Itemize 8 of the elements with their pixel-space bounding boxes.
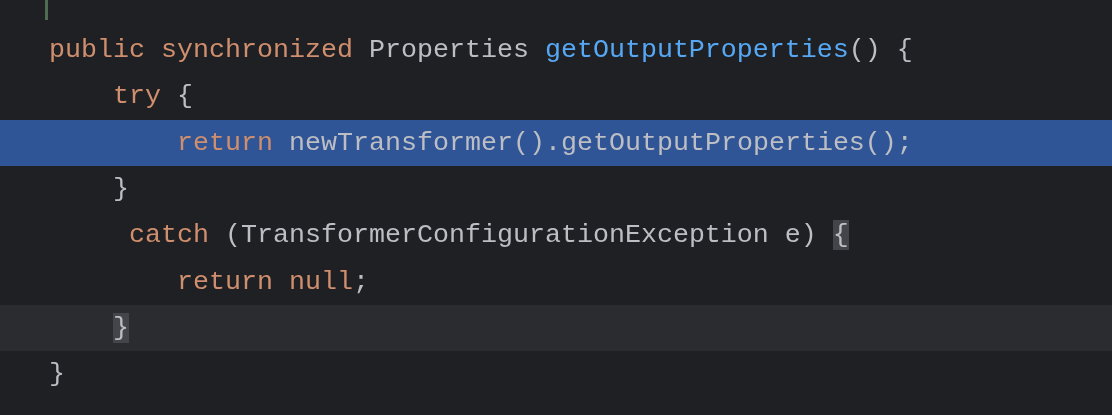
- code-line: return newTransformer().getOutputProperties();: [177, 127, 913, 158]
- code-line: try {: [113, 81, 193, 112]
- code-line: }: [113, 174, 129, 205]
- doc-comment-bar: [45, 0, 48, 20]
- code-line: return null;: [177, 266, 369, 297]
- code-line: }: [49, 359, 65, 390]
- code-line: catch (TransformerConfigurationException e) {: [129, 220, 849, 251]
- code-line: public synchronized Properties getOutputProperties() {: [49, 35, 913, 66]
